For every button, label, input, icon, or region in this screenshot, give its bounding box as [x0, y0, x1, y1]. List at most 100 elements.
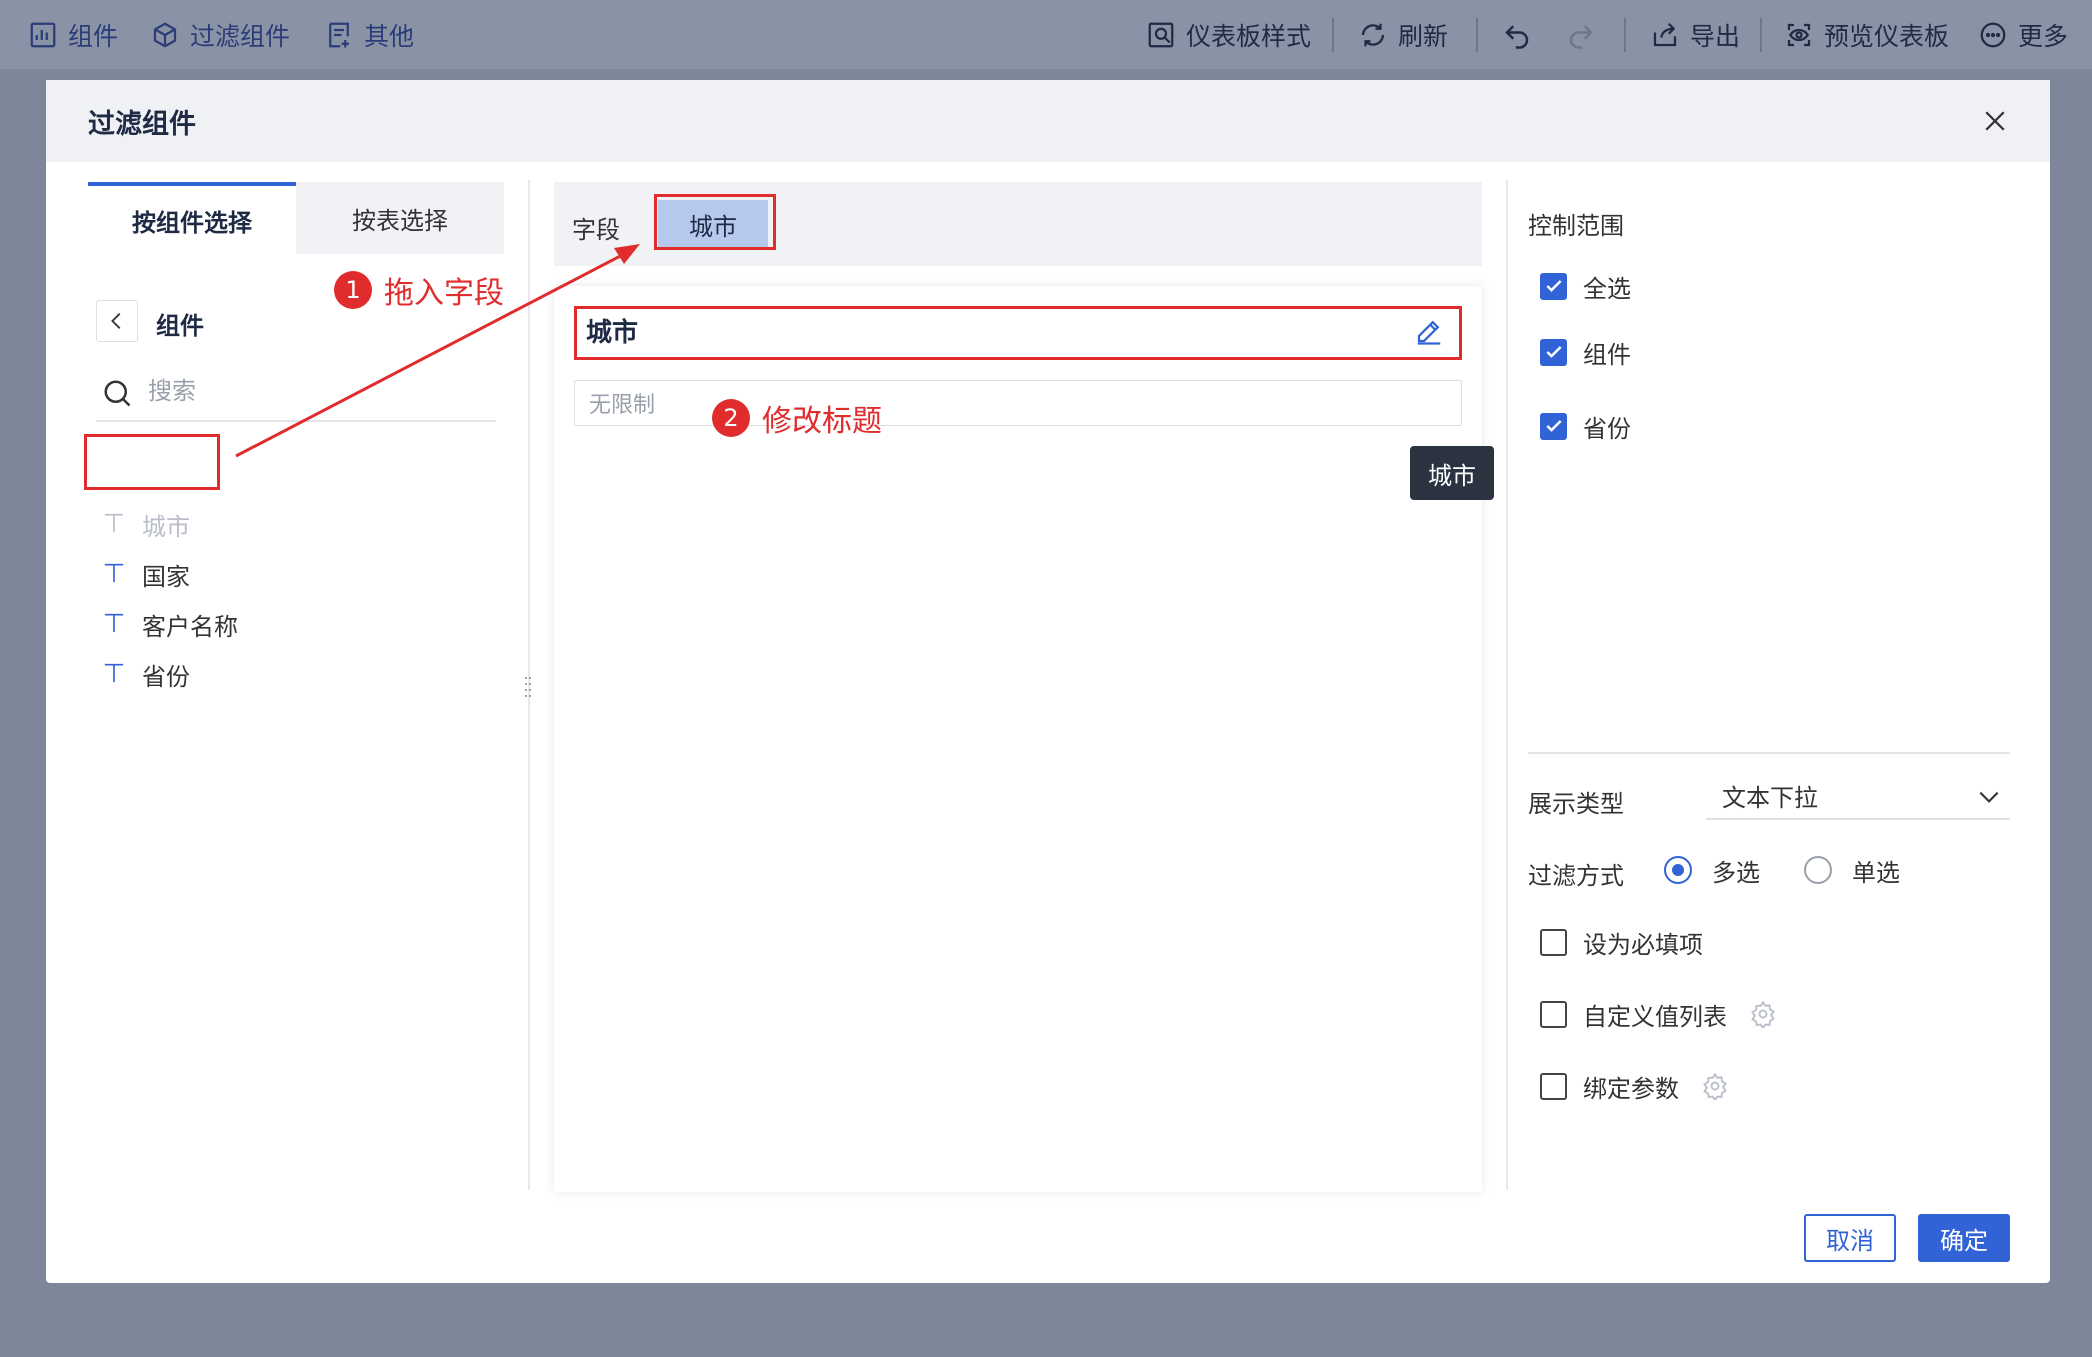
components-button[interactable]: 组件	[28, 0, 118, 69]
toolbar-divider	[1476, 18, 1478, 52]
top-toolbar: 组件 过滤组件 其他 仪表板样式 刷新 导出 预览仪表板 更多	[0, 0, 2092, 69]
refresh-button[interactable]: 刷新	[1358, 0, 1448, 69]
dashboard-style-label: 仪表板样式	[1186, 21, 1312, 51]
checkbox-unchecked-icon[interactable]	[1540, 928, 1567, 956]
control-scope-label: 控制范围	[1528, 212, 1624, 240]
annotation-step-2: 2 修改标题	[712, 396, 882, 440]
preview-dashboard-label: 预览仪表板	[1824, 21, 1950, 51]
settings-divider	[1528, 752, 2010, 754]
highlight-city-field	[84, 434, 220, 490]
annotation-step-1: 1 拖入字段	[334, 268, 504, 312]
search-input[interactable]	[148, 374, 478, 408]
tab-by-table[interactable]: 按表选择	[296, 182, 504, 254]
cancel-button[interactable]: 取消	[1804, 1214, 1896, 1262]
gear-icon[interactable]	[1701, 1072, 1729, 1100]
other-button[interactable]: 其他	[324, 0, 414, 69]
redo-button[interactable]	[1566, 0, 1596, 69]
scope-province[interactable]: 省份	[1540, 406, 1631, 446]
checkbox-checked-icon[interactable]	[1540, 338, 1567, 366]
field-label: 客户名称	[142, 612, 238, 641]
radio-label: 单选	[1852, 858, 1900, 887]
field-label: 字段	[572, 216, 620, 244]
dialog-header: 过滤组件	[46, 80, 2050, 162]
display-type-value: 文本下拉	[1722, 783, 1818, 812]
step-text: 拖入字段	[384, 276, 504, 311]
preview-dashboard-button[interactable]: 预览仪表板	[1784, 0, 1949, 69]
checkbox-unchecked-icon[interactable]	[1540, 1072, 1567, 1100]
text-field-icon: ⊤	[102, 559, 126, 589]
dashboard-style-button[interactable]: 仪表板样式	[1146, 0, 1311, 69]
dialog-title: 过滤组件	[88, 109, 196, 140]
scope-select-all[interactable]: 全选	[1540, 266, 1631, 306]
export-button[interactable]: 导出	[1650, 0, 1740, 69]
close-icon[interactable]	[1980, 106, 2010, 136]
more-label: 更多	[2018, 21, 2069, 51]
title-tooltip: 城市	[1410, 446, 1494, 500]
option-bind-parameter[interactable]: 绑定参数	[1540, 1066, 1729, 1106]
component-header: 组件	[156, 312, 204, 340]
display-type-dropdown[interactable]: 文本下拉	[1706, 772, 2010, 820]
undo-button[interactable]	[1502, 0, 1532, 69]
step-number: 2	[712, 399, 750, 437]
chevron-left-icon	[111, 313, 121, 329]
export-icon	[1653, 22, 1677, 46]
text-field-icon: ⊤	[102, 609, 126, 639]
drag-handle-icon[interactable]	[524, 676, 532, 700]
scope-label: 省份	[1583, 414, 1631, 443]
filter-components-button[interactable]: 过滤组件	[150, 0, 290, 69]
other-label: 其他	[364, 21, 415, 51]
refresh-label: 刷新	[1398, 21, 1449, 51]
style-icon	[1148, 22, 1174, 47]
redo-icon	[1569, 24, 1593, 49]
field-item-city[interactable]: ⊤ 城市	[102, 504, 190, 544]
tab-by-component[interactable]: 按组件选择	[88, 182, 296, 254]
step-number: 1	[334, 271, 372, 309]
selection-tabs: 按组件选择 按表选择	[88, 182, 504, 254]
option-label: 绑定参数	[1583, 1074, 1679, 1103]
field-search	[96, 368, 496, 422]
field-item-country[interactable]: ⊤ 国家	[102, 554, 190, 594]
chevron-down-icon	[1979, 791, 1999, 803]
field-label: 国家	[142, 562, 190, 591]
highlight-filter-title	[574, 306, 1462, 360]
more-button[interactable]: 更多	[1978, 0, 2068, 69]
back-button[interactable]	[96, 300, 138, 342]
undo-icon	[1505, 24, 1529, 49]
filter-preview: 城市 无限制	[554, 286, 1482, 1192]
radio-multi-select[interactable]: 多选	[1664, 850, 1760, 890]
checkbox-checked-icon[interactable]	[1540, 412, 1567, 440]
search-icon	[104, 380, 131, 407]
refresh-icon	[1361, 23, 1385, 46]
radio-unselected-icon[interactable]	[1804, 856, 1832, 884]
field-label: 省份	[142, 662, 190, 691]
scope-component[interactable]: 组件	[1540, 332, 1631, 372]
checkbox-checked-icon[interactable]	[1540, 272, 1567, 300]
radio-label: 多选	[1712, 858, 1760, 887]
field-item-customer-name[interactable]: ⊤ 客户名称	[102, 604, 238, 644]
field-item-province[interactable]: ⊤ 省份	[102, 654, 190, 694]
gear-icon[interactable]	[1749, 1000, 1777, 1028]
radio-selected-icon[interactable]	[1664, 856, 1692, 884]
checkbox-unchecked-icon[interactable]	[1540, 1000, 1567, 1028]
step-text: 修改标题	[762, 404, 882, 439]
text-field-icon: ⊤	[102, 659, 126, 689]
panel-divider	[1506, 180, 1508, 1190]
toolbar-divider	[1332, 18, 1334, 52]
option-required[interactable]: 设为必填项	[1540, 922, 1703, 962]
toolbar-divider	[1760, 18, 1762, 52]
text-field-icon: ⊤	[102, 509, 126, 539]
option-label: 自定义值列表	[1583, 1002, 1727, 1031]
chart-icon	[30, 22, 56, 47]
filter-mode-label: 过滤方式	[1528, 862, 1624, 890]
components-label: 组件	[68, 21, 119, 51]
field-label: 城市	[142, 512, 190, 541]
export-label: 导出	[1690, 21, 1741, 51]
document-plus-icon	[329, 22, 349, 47]
radio-single-select[interactable]: 单选	[1804, 850, 1900, 890]
filter-cube-icon	[153, 21, 177, 48]
scope-label: 全选	[1583, 274, 1631, 303]
confirm-button[interactable]: 确定	[1918, 1214, 2010, 1262]
more-dots-icon	[1980, 22, 2006, 47]
filter-value-select[interactable]: 无限制	[574, 380, 1462, 426]
option-custom-value-list[interactable]: 自定义值列表	[1540, 994, 1777, 1034]
